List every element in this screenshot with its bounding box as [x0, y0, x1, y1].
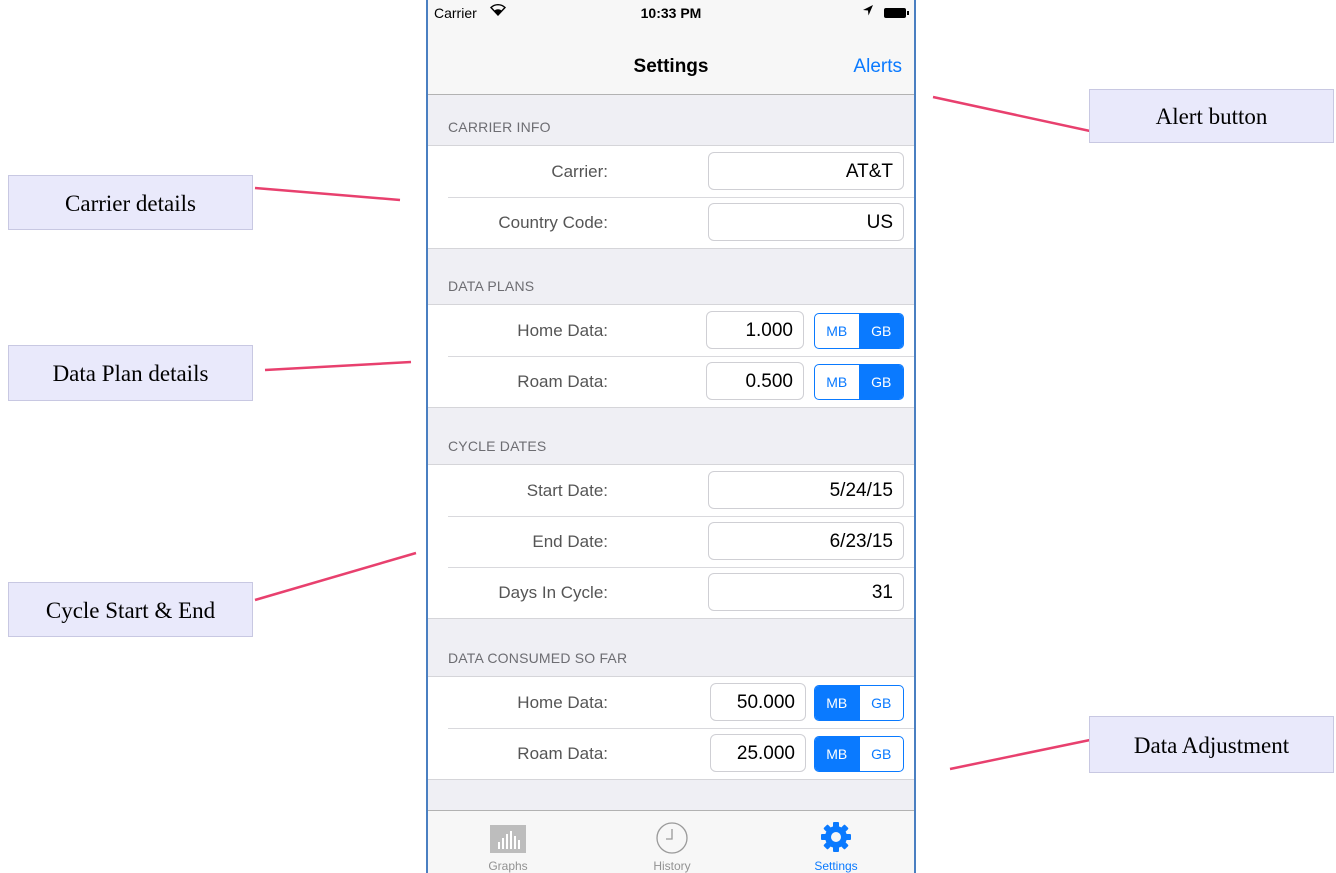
data-adjustment-callout-line	[949, 738, 1091, 771]
cycle-callout-line	[254, 551, 417, 602]
data-plan-callout-line	[264, 360, 412, 372]
callout-data-adjustment: Data Adjustment	[1089, 716, 1334, 773]
callout-data-plan-details: Data Plan details	[8, 345, 253, 401]
alert-callout-line	[932, 95, 1091, 133]
callout-alert-button: Alert button	[1089, 89, 1334, 143]
callout-cycle-start-end: Cycle Start & End	[8, 582, 253, 637]
callout-carrier-details: Carrier details	[8, 175, 253, 230]
carrier-callout-line	[254, 186, 401, 202]
